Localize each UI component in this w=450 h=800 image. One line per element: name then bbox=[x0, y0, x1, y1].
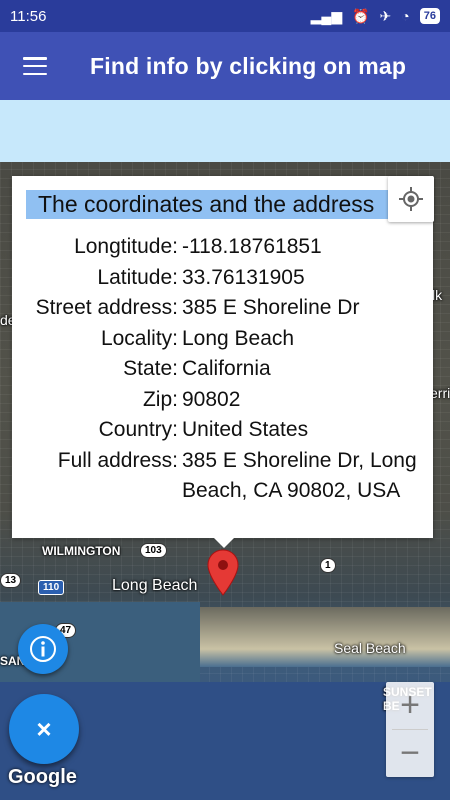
info-card: The coordinates and the address Longtitu… bbox=[12, 176, 433, 548]
battery-icon: 76 bbox=[419, 8, 440, 24]
row-label: Country: bbox=[98, 418, 178, 441]
alarm-icon: ⏰ bbox=[352, 7, 370, 24]
info-button[interactable] bbox=[18, 624, 68, 674]
row-label: Latitude: bbox=[97, 265, 178, 289]
zoom-controls: + − bbox=[386, 682, 434, 777]
status-bar: 11:56 ▂▄▆ ⏰ ✈ ◔ 76 bbox=[0, 0, 450, 32]
row-state: State: California bbox=[12, 354, 433, 385]
coastline bbox=[200, 607, 450, 667]
map-label-seal-beach: Seal Beach bbox=[334, 640, 406, 656]
route-13-shield: 13 bbox=[0, 573, 22, 588]
row-zip: Zip: 90802 bbox=[12, 385, 433, 416]
app-title: Find info by clicking on map bbox=[90, 52, 407, 79]
zoom-in-button[interactable]: + bbox=[386, 682, 434, 729]
row-value: 33.76131905 bbox=[182, 265, 305, 289]
row-label: Locality: bbox=[100, 326, 178, 350]
row-value: 385 E Shoreline Dr, Long Beach, CA 90802… bbox=[182, 448, 417, 503]
info-icon bbox=[30, 636, 56, 662]
map-label-lk: lk bbox=[432, 287, 443, 303]
status-time: 11:56 bbox=[10, 7, 47, 25]
route-1-shield: 1 bbox=[320, 558, 336, 573]
airplane-icon: ✈ bbox=[379, 7, 392, 24]
card-rows: Longtitude: -118.18761851 Latitude: 33.7… bbox=[12, 232, 433, 507]
my-location-button[interactable] bbox=[388, 176, 434, 222]
crosshair-icon bbox=[399, 187, 423, 211]
map-label-wilmington: WILMINGTON bbox=[42, 544, 121, 558]
close-icon: × bbox=[36, 713, 52, 744]
map-label-err: errit bbox=[430, 385, 450, 401]
row-value: California bbox=[182, 357, 271, 380]
row-label: Longtitude: bbox=[74, 235, 178, 258]
row-latitude: Latitude: 33.76131905 bbox=[12, 263, 433, 294]
row-street-address: Street address: 385 E Shoreline Dr bbox=[12, 293, 433, 324]
close-button[interactable]: × bbox=[9, 694, 79, 764]
wifi-icon: ◔ bbox=[401, 8, 410, 24]
status-icons: ▂▄▆ ⏰ ✈ ◔ 76 bbox=[311, 8, 440, 25]
row-full-address: Full address: 385 E Shoreline Dr, Long B… bbox=[12, 446, 433, 507]
row-locality: Locality: Long Beach bbox=[12, 324, 433, 355]
location-marker-icon[interactable] bbox=[206, 549, 240, 597]
signal-icon: ▂▄▆ bbox=[310, 7, 343, 24]
row-value: United States bbox=[182, 418, 309, 441]
route-103-shield: 103 bbox=[140, 543, 167, 558]
row-label: Full address: bbox=[57, 448, 178, 472]
zoom-out-button[interactable]: − bbox=[386, 730, 434, 777]
map-view[interactable]: de lk errit WILMINGTON 103 110 13 47 1 L… bbox=[0, 162, 450, 800]
row-label: Zip: bbox=[142, 387, 178, 411]
map-label-long-beach: Long Beach bbox=[112, 577, 198, 594]
top-band bbox=[0, 100, 450, 162]
row-value: 385 E Shoreline Dr bbox=[182, 296, 360, 319]
row-longitude: Longtitude: -118.18761851 bbox=[12, 232, 433, 263]
row-label: Street address: bbox=[35, 296, 178, 319]
row-label: State: bbox=[123, 357, 178, 380]
card-header: The coordinates and the address bbox=[26, 190, 404, 219]
row-country: Country: United States bbox=[12, 415, 433, 446]
row-value: Long Beach bbox=[182, 326, 295, 350]
google-logo: Google bbox=[8, 766, 77, 788]
row-value: 90802 bbox=[182, 387, 241, 411]
hamburger-menu-icon[interactable] bbox=[0, 32, 70, 100]
app-bar: Find info by clicking on map bbox=[0, 32, 450, 100]
route-110-shield: 110 bbox=[38, 580, 65, 595]
row-value: -118.18761851 bbox=[182, 235, 322, 258]
